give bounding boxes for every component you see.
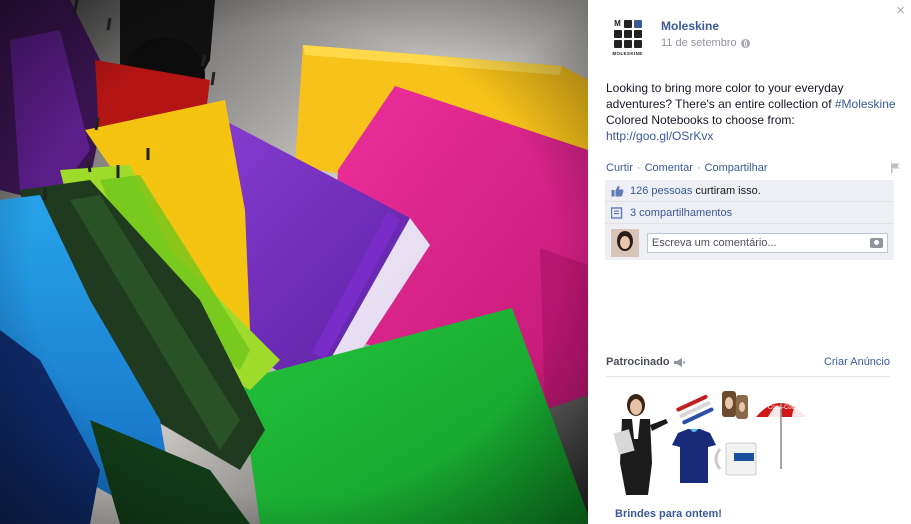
post-date: 11 de setembro bbox=[661, 37, 750, 49]
page-meta: Moleskine 11 de setembro bbox=[661, 19, 750, 59]
ad-title-link[interactable]: Brindes para ontem! bbox=[615, 508, 722, 520]
like-button[interactable]: Curtir bbox=[606, 162, 633, 174]
flag-icon[interactable] bbox=[890, 163, 900, 173]
camera-icon[interactable] bbox=[870, 237, 883, 248]
ad-image[interactable]: Coca-Cola bbox=[608, 383, 826, 499]
share-icon bbox=[611, 206, 623, 219]
page-avatar[interactable]: M MOLESKINE bbox=[606, 16, 649, 59]
comment-button[interactable]: Comentar bbox=[645, 162, 693, 174]
moleskine-logo-icon: M bbox=[613, 19, 642, 48]
sponsored-header: Patrocinado Criar Anúncio bbox=[606, 356, 890, 377]
create-ad-link[interactable]: Criar Anúncio bbox=[824, 356, 890, 368]
share-button[interactable]: Compartilhar bbox=[705, 162, 768, 174]
logo-wordmark: MOLESKINE bbox=[612, 50, 643, 56]
megaphone-icon bbox=[673, 357, 685, 367]
post-photo[interactable] bbox=[0, 0, 588, 524]
shares-row: 3 compartilhamentos bbox=[605, 202, 894, 224]
sponsored-label-group: Patrocinado bbox=[606, 356, 685, 368]
comment-placeholder: Escreva um comentário... bbox=[651, 236, 777, 249]
likes-suffix: curtiram isso. bbox=[695, 184, 761, 197]
shares-count-link[interactable]: 3 compartilhamentos bbox=[630, 207, 732, 219]
comment-composer: Escreva um comentário... bbox=[605, 224, 894, 260]
user-avatar[interactable] bbox=[611, 228, 639, 257]
post-body: Looking to bring more color to your ever… bbox=[606, 80, 898, 144]
likes-row: 126 pessoas curtiram isso. bbox=[605, 180, 894, 202]
svg-text:Coca-Cola: Coca-Cola bbox=[768, 405, 797, 411]
post-url-link[interactable]: http://goo.gl/OSrKvx bbox=[606, 129, 713, 143]
post-header: M MOLESKINE Moleskine 11 de setembro bbox=[606, 16, 750, 59]
notebooks-photo bbox=[0, 0, 588, 524]
sponsored-label: Patrocinado bbox=[606, 356, 670, 368]
action-separator: · bbox=[636, 162, 641, 174]
post-date-text[interactable]: 11 de setembro bbox=[661, 37, 737, 49]
globe-icon bbox=[740, 38, 750, 48]
comment-input[interactable]: Escreva um comentário... bbox=[646, 232, 888, 253]
feedback-box: 126 pessoas curtiram isso. 3 compartilha… bbox=[605, 180, 894, 260]
thumbs-up-icon bbox=[611, 185, 624, 196]
post-panel: × M MOLESKINE Moleskine 11 de setembro L… bbox=[588, 0, 911, 524]
page-name-link[interactable]: Moleskine bbox=[661, 19, 750, 33]
close-icon[interactable]: × bbox=[896, 3, 905, 18]
hashtag-link[interactable]: #Moleskine bbox=[835, 97, 896, 111]
post-actions: Curtir · Comentar · Compartilhar bbox=[606, 162, 900, 174]
post-text-part2: Colored Notebooks to choose from: bbox=[606, 113, 795, 127]
action-separator: · bbox=[696, 162, 701, 174]
post-text-part1: Looking to bring more color to your ever… bbox=[606, 81, 844, 111]
likes-count-link[interactable]: 126 pessoas bbox=[630, 185, 692, 197]
